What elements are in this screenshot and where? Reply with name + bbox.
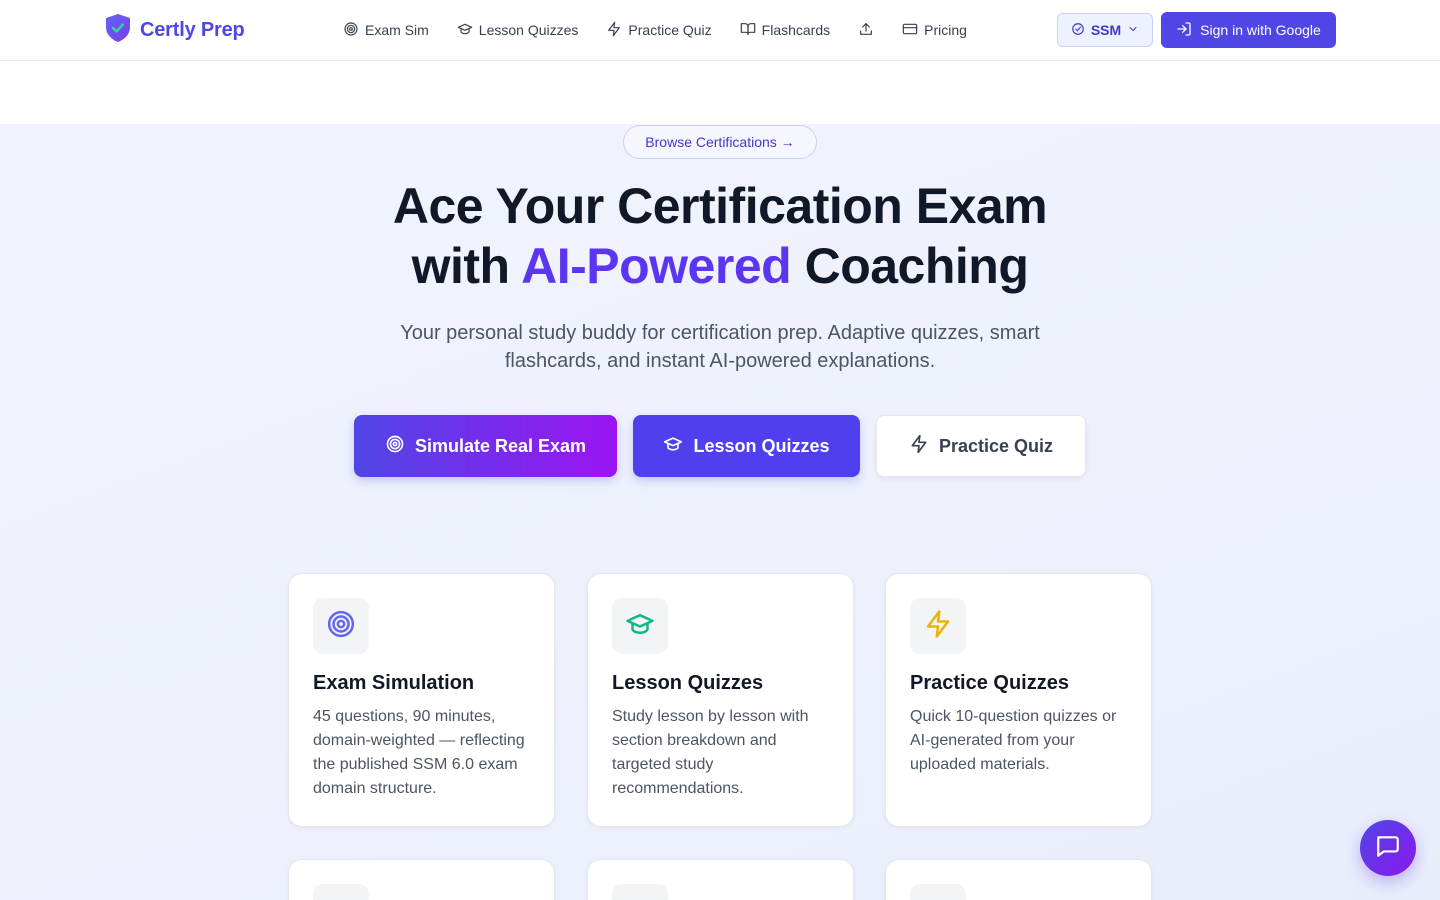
headline-line-1: Ace Your Certification Exam [392, 178, 1048, 234]
nav-label: Flashcards [761, 22, 831, 38]
feature-card-exam-simulation[interactable]: Exam Simulation 45 questions, 90 minutes… [288, 573, 555, 827]
sign-in-label: Sign in with Google [1200, 22, 1321, 38]
headline-line-2-prefix: with [411, 238, 522, 294]
feature-card-row2-3[interactable] [885, 859, 1152, 900]
chat-icon [1375, 833, 1401, 864]
feature-icon-box [910, 598, 966, 654]
feature-description: 45 questions, 90 minutes, domain-weighte… [313, 708, 525, 797]
certification-select[interactable]: SSM [1057, 13, 1153, 47]
book-open-icon [740, 21, 756, 40]
feature-title: Exam Simulation [313, 672, 475, 694]
lightning-icon [606, 21, 622, 40]
nav-practice-quiz[interactable]: Practice Quiz [606, 21, 712, 40]
simulate-real-exam-button[interactable]: Simulate Real Exam [354, 415, 617, 477]
lesson-quizzes-button[interactable]: Lesson Quizzes [633, 415, 860, 477]
nav-upload[interactable] [858, 21, 874, 40]
graduation-cap-icon [457, 21, 473, 40]
nav-exam-sim[interactable]: Exam Sim [343, 21, 429, 40]
nav-flashcards[interactable]: Flashcards [740, 21, 830, 40]
nav-label: Pricing [924, 22, 967, 38]
lightning-icon [923, 609, 953, 644]
practice-quiz-button[interactable]: Practice Quiz [876, 415, 1086, 477]
headline-line-2-suffix: Coaching [791, 238, 1029, 294]
feature-card-row2-1[interactable] [288, 859, 555, 900]
nav-pricing[interactable]: Pricing [902, 21, 967, 40]
feature-title: Practice Quizzes [910, 672, 1069, 694]
feature-card-row2-2[interactable] [587, 859, 854, 900]
nav-lesson-quizzes[interactable]: Lesson Quizzes [457, 21, 579, 40]
log-in-icon [1176, 21, 1192, 40]
button-label: Practice Quiz [938, 435, 1054, 456]
feature-icon-box [612, 884, 668, 900]
chat-button[interactable] [1360, 820, 1416, 876]
feature-description: Quick 10-question quizzes or AI-generate… [910, 708, 1117, 773]
feature-icon-box [313, 598, 369, 654]
brand-logo[interactable]: Certly Prep [104, 13, 245, 48]
feature-icon-box [612, 598, 668, 654]
hero-headline: Ace Your Certification Exam with AI-Powe… [0, 176, 1440, 296]
sign-in-google-button[interactable]: Sign in with Google [1161, 12, 1336, 48]
feature-card-lesson-quizzes[interactable]: Lesson Quizzes Study lesson by lesson wi… [587, 573, 854, 827]
hero-subtext: Your personal study buddy for certificat… [400, 322, 1040, 372]
shield-check-icon [104, 13, 132, 48]
upload-icon [858, 21, 874, 40]
graduation-cap-icon [625, 609, 655, 644]
headline-accent: AI-Powered [521, 238, 792, 294]
chevron-down-icon [1127, 22, 1139, 38]
target-icon [343, 21, 359, 40]
brand-name: Certly Prep [140, 18, 245, 41]
feature-icon-box [313, 884, 369, 900]
button-label: Lesson Quizzes [693, 435, 830, 456]
browse-certifications-link[interactable]: Browse Certifications → [623, 125, 817, 159]
feature-description: Study lesson by lesson with section brea… [612, 708, 809, 797]
main-nav: Exam Sim Lesson Quizzes Practice Quiz Fl… [343, 18, 967, 42]
button-label: Simulate Real Exam [414, 435, 587, 456]
certification-value: SSM [1090, 22, 1122, 38]
badge-check-icon [1071, 22, 1085, 39]
target-icon [385, 434, 405, 459]
lightning-icon [909, 434, 929, 459]
graduation-cap-icon [663, 434, 683, 459]
credit-card-icon [902, 21, 918, 40]
nav-label: Lesson Quizzes [478, 22, 579, 38]
nav-label: Exam Sim [365, 22, 429, 38]
feature-icon-box [910, 884, 966, 900]
feature-card-practice-quizzes[interactable]: Practice Quizzes Quick 10-question quizz… [885, 573, 1152, 827]
nav-label: Practice Quiz [628, 22, 712, 38]
feature-title: Lesson Quizzes [612, 672, 764, 694]
top-navbar: Certly Prep Exam Sim Lesson Quizzes Prac… [0, 0, 1440, 61]
target-icon [326, 609, 356, 644]
